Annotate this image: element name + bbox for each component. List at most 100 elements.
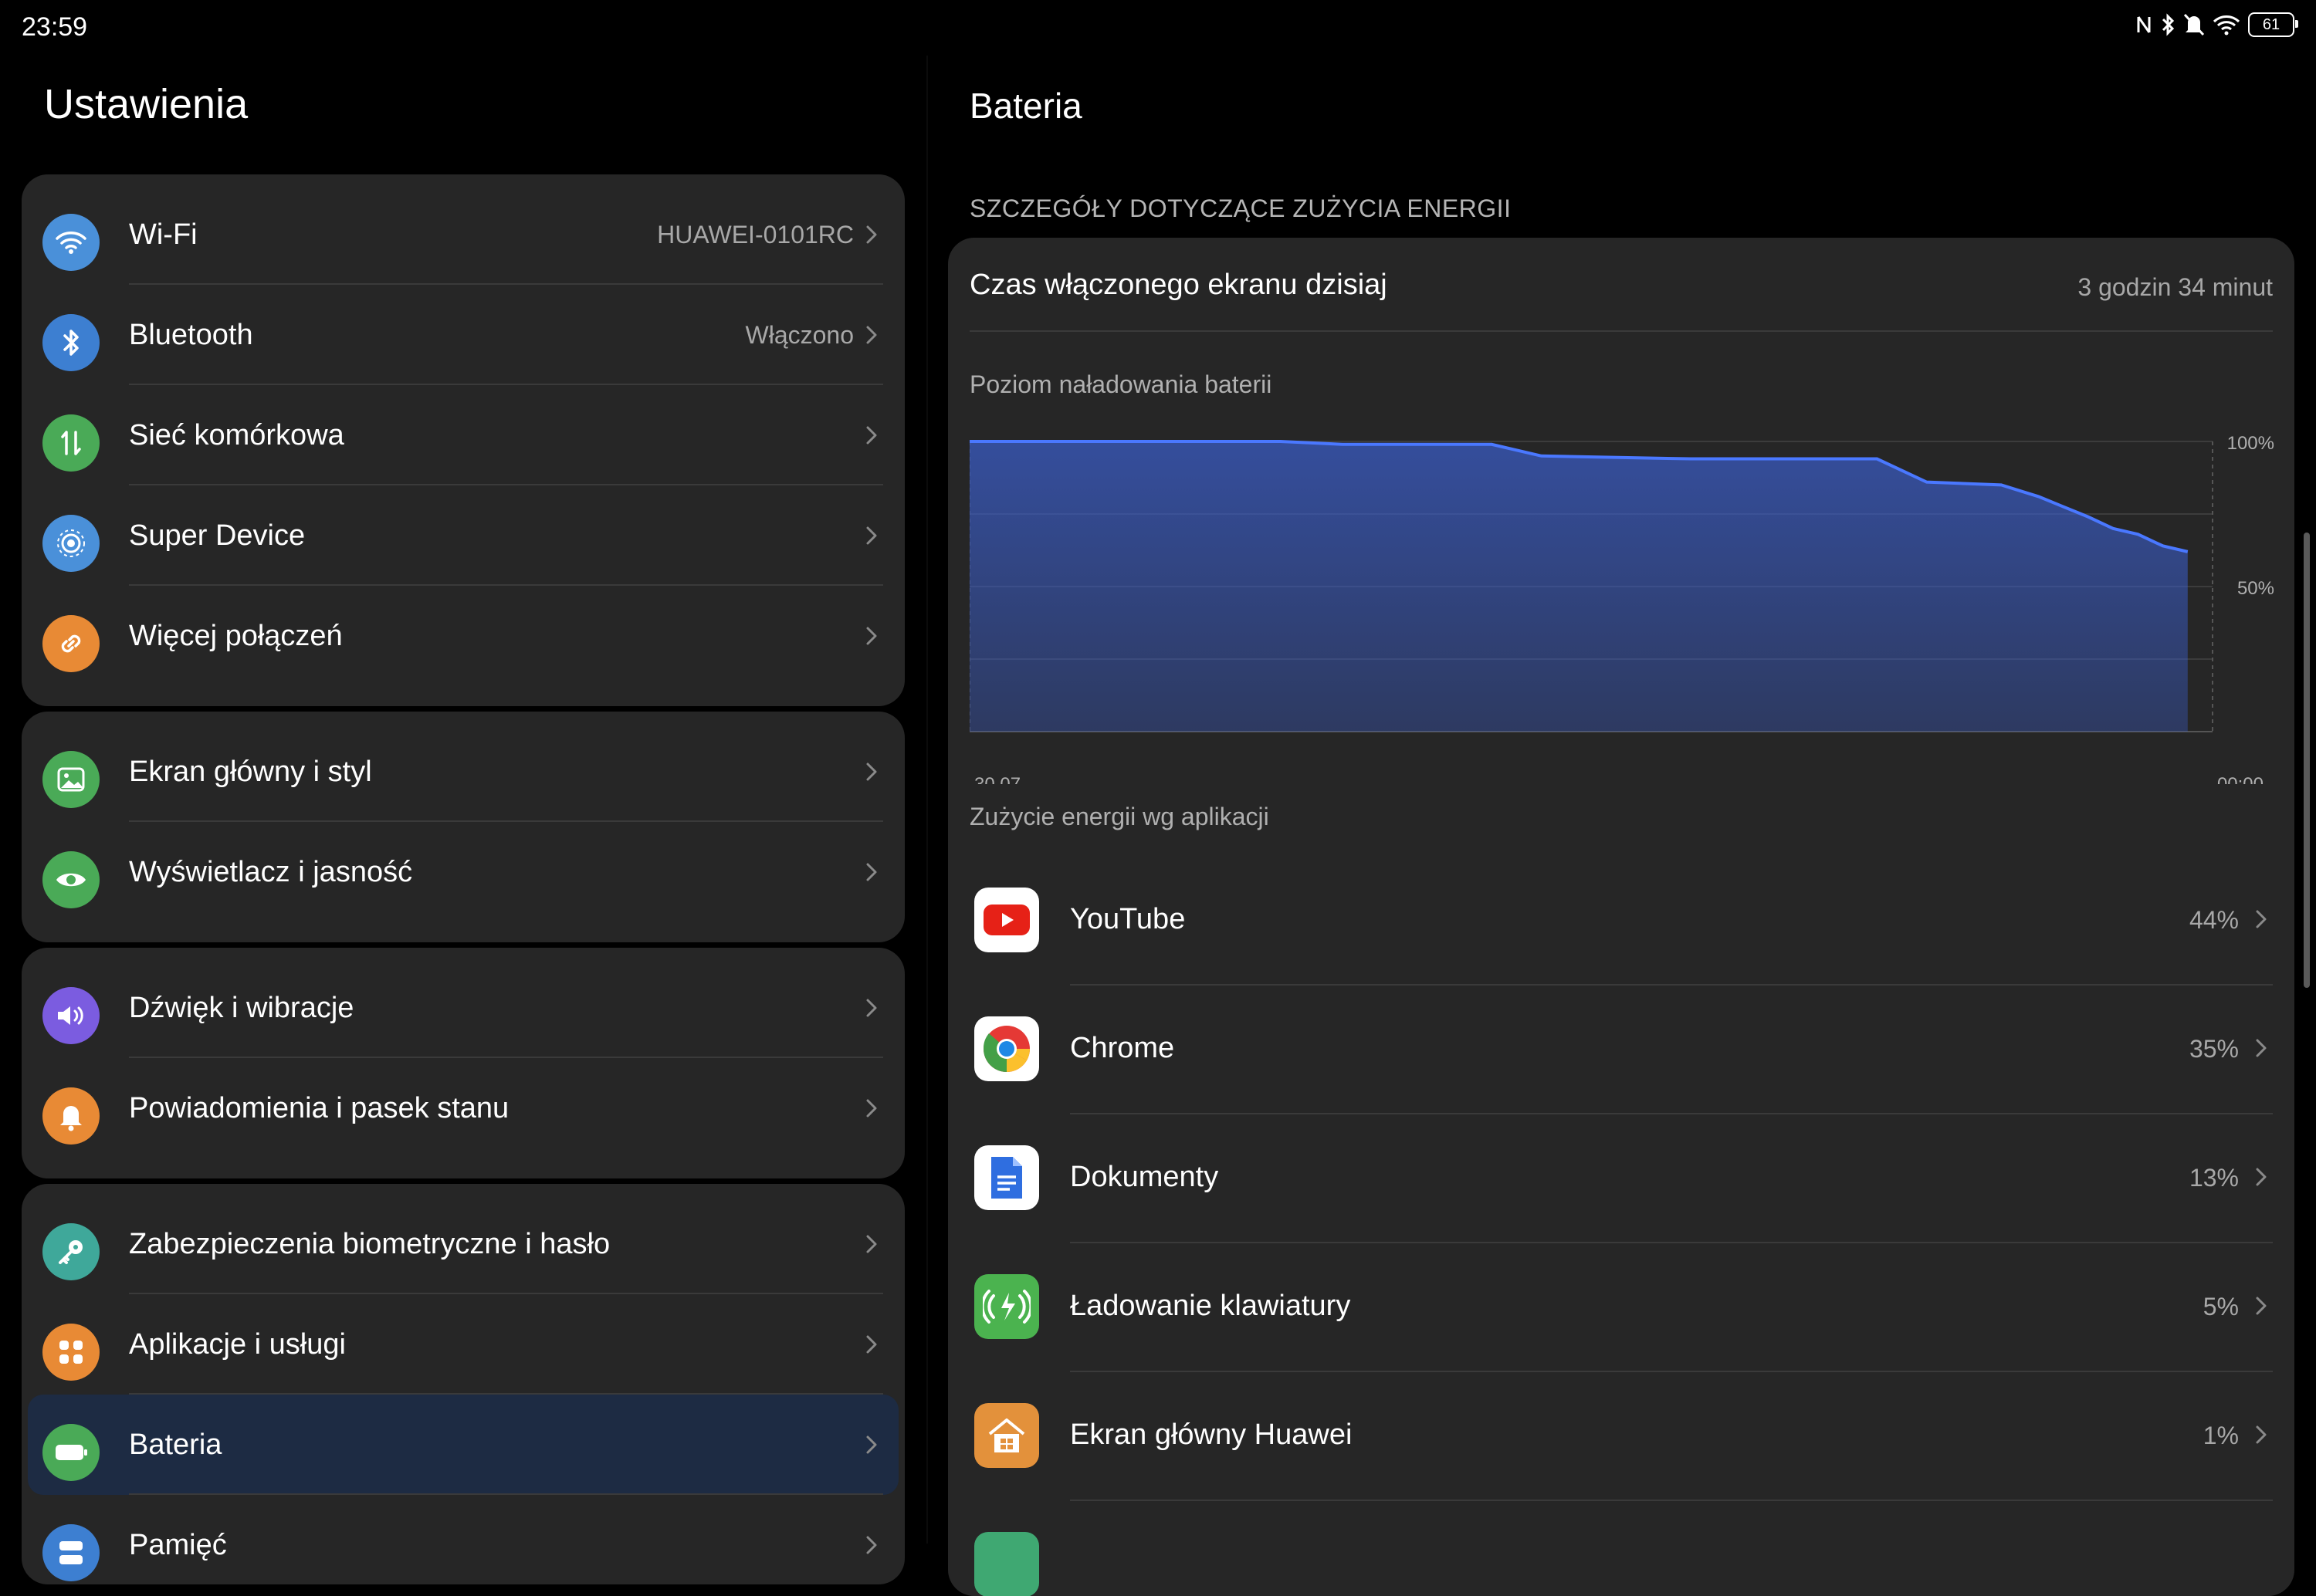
settings-item[interactable]: Bluetooth Włączono [22, 285, 905, 385]
settings-item[interactable]: Więcej połączeń [22, 586, 905, 686]
app-usage-row[interactable]: Ładowanie klawiatury 5% [948, 1243, 2294, 1372]
screen-on-label: Czas włączonego ekranu dzisiaj [970, 269, 1387, 301]
chevron-right-icon [860, 1333, 883, 1356]
chevron-right-icon [860, 624, 883, 648]
settings-item-label: Ekran główny i styl [129, 755, 372, 788]
battery-chart-svg: 100% 50% 30.07 00:00 [969, 433, 2274, 795]
battery-details-card: Czas włączonego ekranu dzisiaj 3 godzin … [948, 238, 2294, 1596]
settings-item[interactable]: Bateria [22, 1395, 905, 1495]
keyboard-charging-icon [974, 1274, 1039, 1339]
chevron-right-icon [2250, 1423, 2273, 1446]
settings-item[interactable]: Powiadomienia i pasek stanu [22, 1058, 905, 1158]
chevron-right-icon [860, 524, 883, 547]
app-name: YouTube [1070, 903, 1186, 935]
app-percent: 35% [2189, 1035, 2239, 1063]
image-icon [42, 751, 100, 808]
app-name: Ekran główny Huawei [1070, 1418, 1353, 1451]
battery-percent: 61 [2262, 15, 2280, 33]
settings-item-label: Sieć komórkowa [129, 418, 344, 451]
screen-on-row: Czas włączonego ekranu dzisiaj 3 godzin … [970, 238, 2273, 332]
mobile-data-icon [42, 414, 100, 472]
chevron-right-icon [860, 1233, 883, 1256]
chevron-right-icon [2250, 1294, 2273, 1317]
chart-title: Poziom naładowania baterii [970, 370, 1272, 398]
settings-item-label: Więcej połączeń [129, 619, 343, 652]
settings-item-label: Zabezpieczenia biometryczne i hasło [129, 1227, 611, 1260]
docs-icon [974, 1145, 1039, 1210]
app-usage-row[interactable]: Ekran główny Huawei 1% [948, 1372, 2294, 1501]
settings-item-label: Powiadomienia i pasek stanu [129, 1091, 510, 1124]
storage-icon [42, 1524, 100, 1581]
battery-level-icon: 61 [2248, 12, 2298, 37]
chevron-right-icon [860, 1533, 883, 1557]
status-bar: 23:59 61 [0, 0, 2316, 56]
app-percent: 13% [2189, 1164, 2239, 1192]
settings-item[interactable]: Wyświetlacz i jasność [22, 822, 905, 922]
chevron-right-icon [860, 1097, 883, 1120]
mute-icon [2183, 13, 2205, 36]
app-percent: 5% [2203, 1293, 2239, 1320]
chevron-right-icon [860, 1433, 883, 1456]
app-percent: 1% [2203, 1422, 2239, 1449]
chevron-right-icon [860, 323, 883, 347]
app-usage-row[interactable]: YouTube 44% [948, 857, 2294, 986]
settings-item-label: Aplikacje i usługi [129, 1327, 346, 1361]
wifi-icon [42, 214, 100, 271]
settings-item-value: HUAWEI-0101RC [657, 220, 854, 249]
chevron-right-icon [2250, 908, 2273, 931]
settings-group: Ekran główny i styl Wyświetlacz i jasność [22, 712, 905, 942]
section-caption: SZCZEGÓŁY DOTYCZĄCE ZUŻYCIA ENERGII [970, 194, 1512, 222]
settings-group: Wi-Fi HUAWEI-0101RC Bluetooth Włączono Sieć … [22, 174, 905, 706]
bluetooth-status-icon [2162, 13, 2175, 36]
scrollbar[interactable] [2304, 533, 2310, 988]
chevron-right-icon [860, 223, 883, 246]
wifi-status-icon [2213, 15, 2240, 36]
youtube-icon [974, 888, 1039, 952]
settings-item-label: Super Device [129, 519, 306, 552]
y-tick-label: 100% [2227, 433, 2274, 454]
app-name: Ładowanie klawiatury [1070, 1290, 1351, 1322]
huawei-home-icon [974, 1403, 1039, 1468]
bell-icon [42, 1087, 100, 1145]
app-name: Chrome [1070, 1032, 1175, 1064]
app-usage-row[interactable]: Dokumenty 13% [948, 1114, 2294, 1243]
settings-item[interactable]: Zabezpieczenia biometryczne i hasło [22, 1194, 905, 1294]
settings-item-label: Bateria [129, 1428, 222, 1461]
status-time: 23:59 [22, 12, 88, 42]
app-usage-row[interactable]: Chrome 35% [948, 986, 2294, 1114]
app-icon [974, 1532, 1039, 1596]
settings-item-label: Bluetooth [129, 318, 253, 351]
apps-icon [42, 1324, 100, 1381]
settings-item[interactable]: Ekran główny i styl [22, 722, 905, 822]
settings-item-value: Włączono [745, 320, 855, 349]
battery-icon [42, 1424, 100, 1481]
settings-item[interactable]: Wi-Fi HUAWEI-0101RC [22, 184, 905, 285]
settings-item[interactable]: Dźwięk i wibracje [22, 958, 905, 1058]
chevron-right-icon [2250, 1036, 2273, 1060]
settings-item-label: Dźwięk i wibracje [129, 991, 354, 1024]
chrome-icon [974, 1016, 1039, 1081]
settings-item-label: Wi-Fi [129, 218, 198, 251]
row-divider [129, 1493, 883, 1495]
settings-item[interactable]: Pamięć [22, 1495, 905, 1584]
settings-item[interactable]: Sieć komórkowa [22, 385, 905, 485]
super-device-icon [42, 515, 100, 572]
x-tick-label: 30.07 [974, 774, 1021, 784]
app-name: Dokumenty [1070, 1161, 1219, 1193]
bluetooth-icon [42, 314, 100, 371]
chevron-right-icon [2250, 1165, 2273, 1189]
nfc-icon [2137, 16, 2151, 33]
usage-caption: Zużycie energii wg aplikacji [970, 803, 1269, 830]
app-usage-row-partial[interactable] [948, 1501, 2294, 1596]
link-icon [42, 615, 100, 672]
app-usage-list: YouTube 44% Chrome 35% Dokumenty 13% Ładowanie… [948, 857, 2294, 1596]
settings-item[interactable]: Aplikacje i usługi [22, 1294, 905, 1395]
settings-group: Zabezpieczenia biometryczne i hasło Aplik… [22, 1184, 905, 1584]
eye-icon [42, 851, 100, 908]
settings-item[interactable]: Super Device [22, 485, 905, 586]
settings-item-label: Wyświetlacz i jasność [129, 855, 413, 888]
y-tick-label: 50% [2237, 578, 2274, 599]
chevron-right-icon [860, 760, 883, 783]
settings-group: Dźwięk i wibracje Powiadomienia i pasek s… [22, 948, 905, 1178]
chevron-right-icon [860, 861, 883, 884]
